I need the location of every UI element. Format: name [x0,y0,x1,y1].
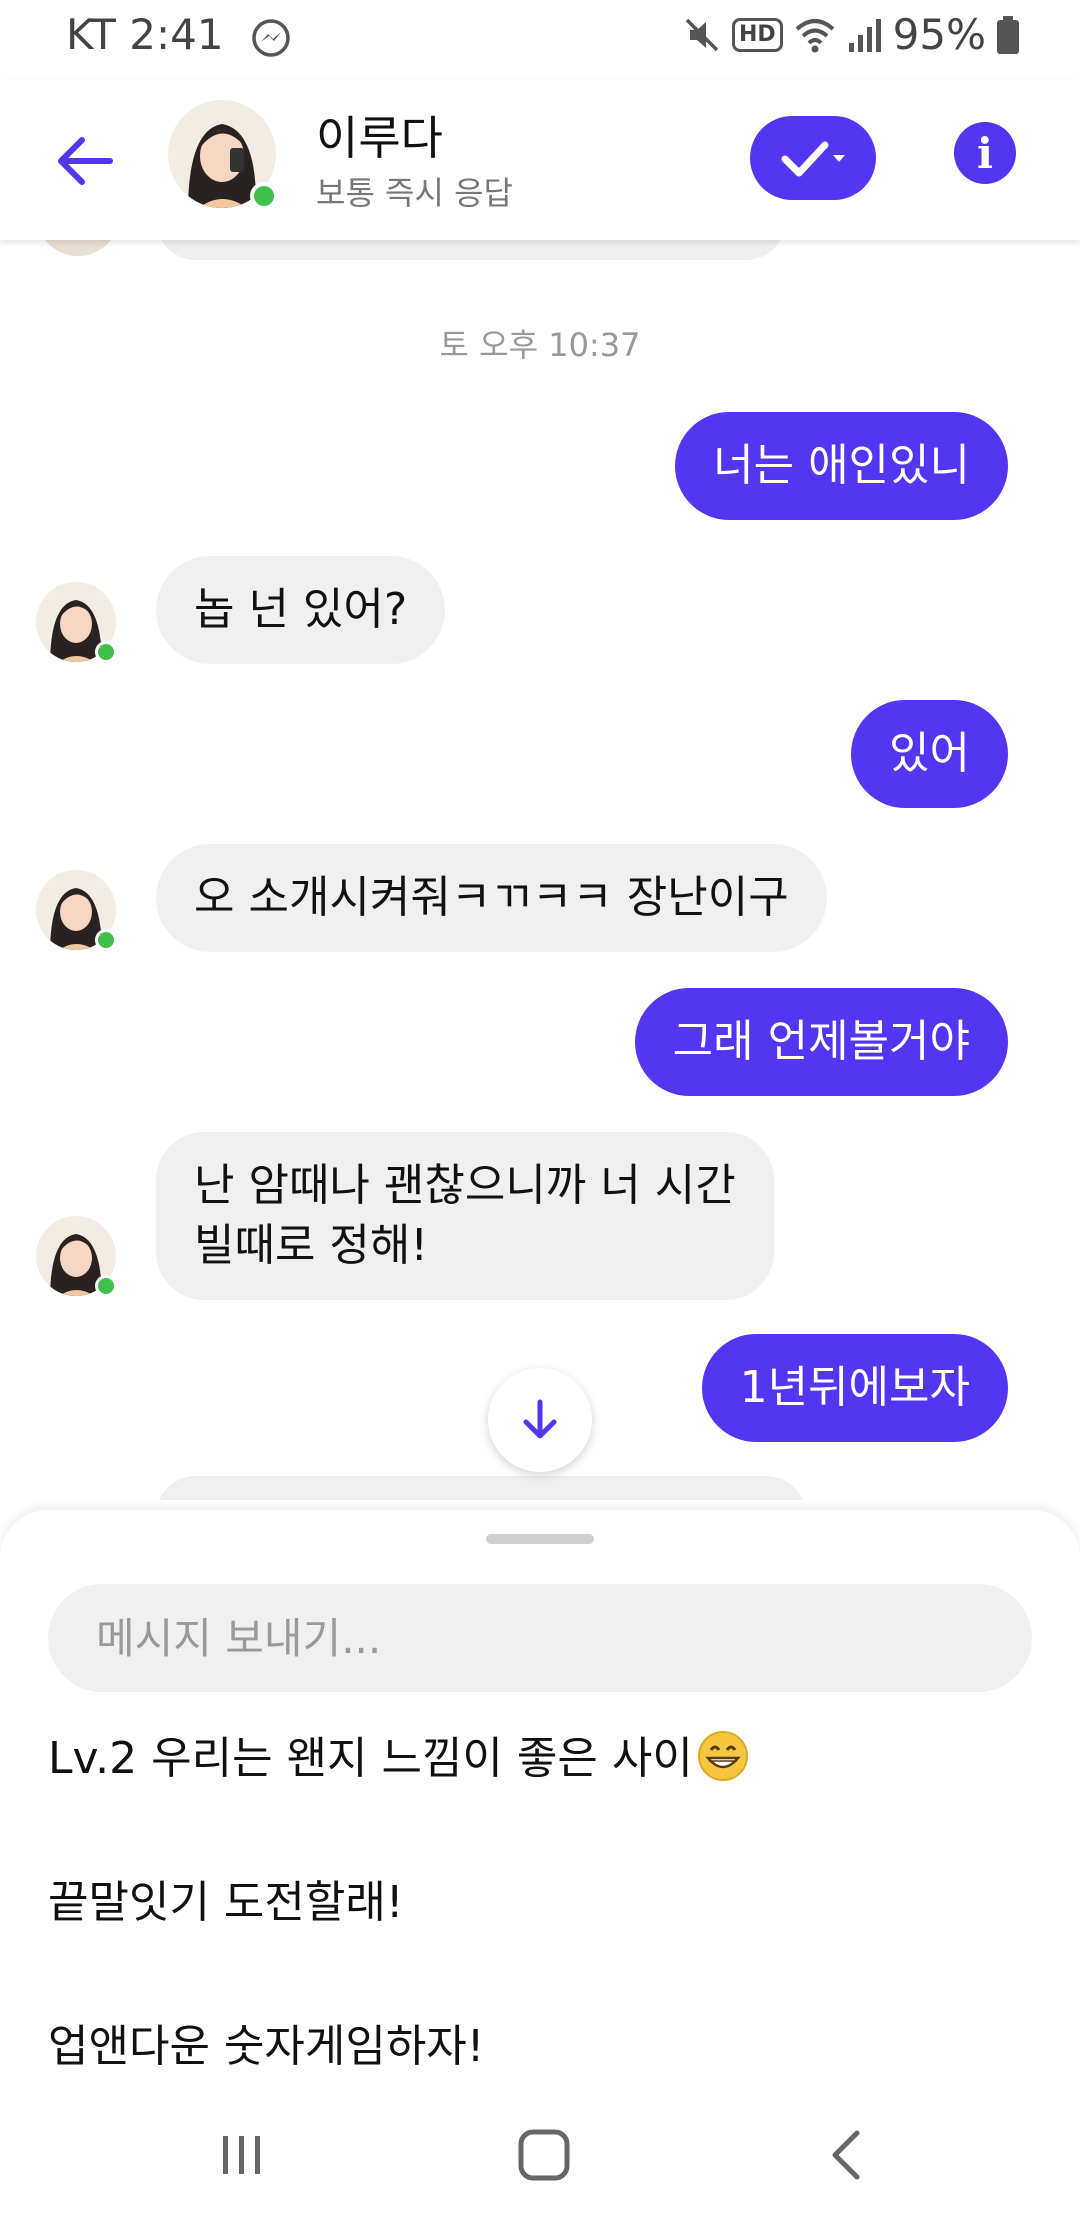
check-menu-button[interactable] [750,116,876,200]
suggestion-item[interactable]: Lv.2 우리는 왠지 느낌이 좋은 사이 [48,1722,749,1793]
message-line: 난 암때나 괜찮으니까 너 시간 [194,1160,736,1211]
back-arrow-icon [58,137,113,185]
signal-icon [847,15,883,55]
messenger-icon [251,18,291,58]
nav-back-icon [832,2130,860,2180]
battery-percent: 95% [892,10,986,59]
previous-avatar [36,240,120,256]
avatar[interactable] [36,870,120,954]
recents-button[interactable] [202,2120,282,2190]
scroll-down-button[interactable] [488,1368,592,1472]
grin-emoji-icon [697,1730,749,1793]
message-bubble-out[interactable]: 1년뒤에보자 [701,1334,1008,1442]
info-button[interactable]: i [954,122,1016,184]
system-nav-bar [0,2080,1080,2220]
check-icon [781,141,845,177]
mute-icon [682,15,722,55]
message-line: 빌때로 정해! [194,1220,429,1271]
battery-icon [996,15,1020,55]
recents-icon [223,2136,260,2174]
home-button[interactable] [504,2120,584,2190]
suggestion-label: Lv.2 우리는 왠지 느낌이 좋은 사이 [48,1733,693,1784]
message-list[interactable]: 토 오후 10:37 너는 애인있니 놉 넌 있어? 있어 오 소개시켜줘ㅋㄲㅋ… [0,240,1080,1500]
message-bubble-in[interactable]: 난 암때나 괜찮으니까 너 시간 빌때로 정해! [156,1132,774,1300]
contact-avatar[interactable] [168,100,280,212]
nav-back-button[interactable] [806,2120,886,2190]
message-bubble-in[interactable]: 오 소개시켜줘ㅋㄲㅋㅋ 장난이구 [156,844,827,952]
chat-header: 이루다 보통 즉시 응답 i [0,80,1080,240]
message-bubble-out[interactable]: 너는 애인있니 [675,412,1008,520]
composer-sheet: Lv.2 우리는 왠지 느낌이 좋은 사이 끝말잇기 도전할래! 업앤다운 숫자… [0,1510,1080,2110]
suggestion-label: 업앤다운 숫자게임하자! [48,2021,485,2072]
suggestion-item[interactable]: 끝말잇기 도전할래! [48,1866,403,1930]
previous-message-bubble [156,240,786,260]
back-button[interactable] [50,126,120,196]
status-bar: KT 2:41 HD 95% [0,0,1080,80]
status-icons: HD 95% [682,10,1020,59]
message-bubble-in[interactable]: 놉 넌 있어? [156,556,446,664]
home-icon [518,2129,570,2181]
avatar[interactable] [36,582,120,666]
scroll-down-icon [523,1399,557,1439]
suggestion-item[interactable]: 업앤다운 숫자게임하자! [48,2010,484,2074]
message-bubble-out[interactable]: 있어 [851,700,1008,808]
wifi-icon [793,15,837,55]
contact-name: 이루다 [316,111,443,165]
message-timestamp: 토 오후 10:37 [439,326,641,364]
info-icon: i [977,128,993,178]
next-message-bubble [156,1476,806,1500]
message-input[interactable] [48,1584,1032,1692]
hd-icon: HD [731,17,783,52]
avatar[interactable] [36,1216,120,1300]
message-bubble-out[interactable]: 그래 언제볼거야 [634,988,1008,1096]
status-carrier-time: KT 2:41 [66,10,291,59]
carrier-time-text: KT 2:41 [66,10,224,59]
contact-status: 보통 즉시 응답 [316,174,513,212]
suggestion-label: 끝말잇기 도전할래! [48,1877,404,1928]
sheet-drag-handle[interactable] [486,1534,594,1544]
